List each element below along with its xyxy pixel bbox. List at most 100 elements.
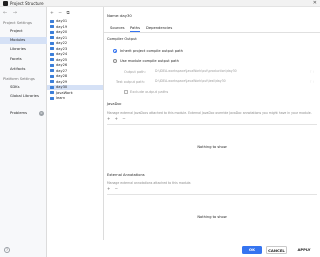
folder-icon (50, 41, 54, 45)
title-bar: Project Structure ✕ (0, 0, 320, 7)
module-toolbar: + − ⧉ (50, 10, 73, 16)
problems-label: Problems (10, 111, 27, 115)
folder-icon (50, 80, 54, 83)
module-name-field[interactable]: day30 (120, 13, 132, 18)
tab-sources[interactable]: Sources (110, 25, 125, 32)
module-list-panel: + − ⧉ day01 day19 day20 day21 day22 day2… (47, 7, 104, 240)
module-item[interactable]: learn (47, 96, 103, 101)
sidebar-item-problems[interactable]: Problems 0 (0, 110, 47, 117)
module-label: day24 (56, 52, 68, 56)
exclude-output-label: Exclude output paths (130, 90, 169, 94)
output-path-field[interactable]: D:\IDEA-workspace\JavaWork\out\productio… (154, 69, 306, 74)
test-output-browse-icon[interactable]: 🗀 (310, 80, 313, 86)
folder-icon (50, 25, 54, 28)
settings-sidebar: ← → Project Settings Project Modules Lib… (0, 7, 47, 257)
folder-icon (50, 58, 54, 61)
folder-icon (50, 74, 54, 78)
add-module-icon[interactable]: + (50, 11, 54, 16)
platform-settings-header: Platform Settings (3, 77, 35, 81)
folder-icon (50, 63, 54, 67)
tab-paths[interactable]: Paths (130, 25, 141, 32)
module-item[interactable]: day22 (47, 41, 103, 46)
cancel-button[interactable]: CANCEL (266, 246, 287, 254)
module-label: JavaWork (56, 90, 73, 95)
module-item[interactable]: JavaWork (47, 91, 103, 96)
output-path-browse-icon[interactable]: 🗀 (310, 70, 313, 76)
forward-arrow-icon[interactable]: → (13, 10, 17, 16)
module-settings-panel: Name: day30 Sources Paths Dependencies C… (104, 7, 320, 240)
sidebar-item-project[interactable]: Project (0, 28, 47, 35)
module-item[interactable]: day24 (47, 52, 103, 57)
module-item[interactable]: day23 (47, 47, 103, 52)
sidebar-item-sdks[interactable]: SDKs (0, 84, 47, 91)
remove-javadoc-icon[interactable]: − (122, 116, 125, 121)
module-item[interactable]: day01 (47, 19, 103, 24)
dialog-footer: OK CANCEL APPLY (0, 240, 320, 257)
folder-icon (50, 30, 54, 34)
module-item[interactable]: day19 (47, 25, 103, 30)
nav-buttons: ← → (3, 10, 21, 16)
problems-count-badge: 0 (39, 111, 44, 116)
folder-icon (50, 47, 54, 50)
module-output-radio[interactable] (113, 59, 117, 63)
external-annotations-hint: Manage external annotations attached to … (107, 181, 192, 185)
folder-icon (50, 96, 54, 100)
module-label: day20 (56, 30, 68, 34)
module-item[interactable]: day26 (47, 63, 103, 68)
close-icon[interactable]: ✕ (313, 0, 317, 7)
module-label: day29 (56, 79, 68, 84)
module-item[interactable]: day21 (47, 36, 103, 41)
module-item[interactable]: day20 (47, 30, 103, 35)
folder-icon (50, 69, 54, 72)
module-item[interactable]: day29 (47, 80, 103, 85)
add-javadoc-icon[interactable]: + (107, 116, 110, 121)
tab-divider (104, 32, 320, 33)
folder-icon (50, 36, 54, 39)
compiler-output-header: Compiler Output (107, 37, 137, 41)
module-label: day30 (56, 85, 68, 89)
module-label: day27 (56, 68, 68, 73)
remove-module-icon[interactable]: − (58, 11, 62, 16)
copy-module-icon[interactable]: ⧉ (66, 11, 69, 16)
add-annotation-icon[interactable]: + (107, 186, 110, 191)
module-item[interactable]: day28 (47, 74, 103, 79)
back-arrow-icon[interactable]: ← (3, 10, 7, 16)
sidebar-item-facets[interactable]: Facets (0, 56, 47, 63)
exclude-output-checkbox[interactable] (124, 90, 128, 94)
module-item[interactable]: day27 (47, 69, 103, 74)
tab-dependencies[interactable]: Dependencies (146, 25, 172, 32)
javadoc-toolbar: + + − (107, 116, 129, 121)
module-item[interactable]: day25 (47, 58, 103, 63)
annotations-list: Nothing to show (107, 194, 317, 238)
folder-icon (50, 85, 54, 89)
app-icon (3, 1, 8, 6)
output-path-label: Output path: (124, 70, 146, 74)
project-settings-header: Project Settings (3, 21, 32, 25)
module-output-label: Use module compile output path (120, 59, 179, 63)
javadoc-header: JavaDoc (107, 102, 122, 106)
module-label: day22 (56, 41, 68, 45)
name-label: Name: (107, 13, 120, 18)
javadoc-hint: Manage external JavaDocs attached to thi… (107, 111, 312, 115)
sidebar-item-global-libraries[interactable]: Global Libraries (0, 93, 47, 100)
apply-button[interactable]: APPLY (293, 246, 315, 254)
ok-button[interactable]: OK (242, 246, 262, 254)
module-label: day25 (56, 57, 68, 62)
test-output-path-label: Test output path: (116, 80, 145, 84)
add-javadoc-url-icon[interactable]: + (115, 116, 118, 121)
module-label: day19 (56, 24, 68, 29)
test-output-path-field[interactable]: D:\IDEA-workspace\JavaWork\out\test\day3… (154, 79, 306, 84)
remove-annotation-icon[interactable]: − (115, 186, 118, 191)
annotations-toolbar: + − (107, 186, 121, 191)
sidebar-item-artifacts[interactable]: Artifacts (0, 66, 47, 73)
inherit-output-radio[interactable] (113, 49, 117, 53)
module-item-selected[interactable]: day30 (47, 85, 103, 90)
folder-icon (50, 19, 54, 23)
inherit-output-label: Inherit project compile output path (120, 49, 183, 53)
window-title: Project Structure (10, 1, 44, 6)
annotations-empty-text: Nothing to show (197, 215, 227, 219)
sidebar-item-libraries[interactable]: Libraries (0, 46, 47, 53)
sidebar-item-modules[interactable]: Modules (0, 37, 47, 44)
module-label: day26 (56, 63, 68, 67)
external-annotations-header: External Annotations (107, 173, 145, 177)
